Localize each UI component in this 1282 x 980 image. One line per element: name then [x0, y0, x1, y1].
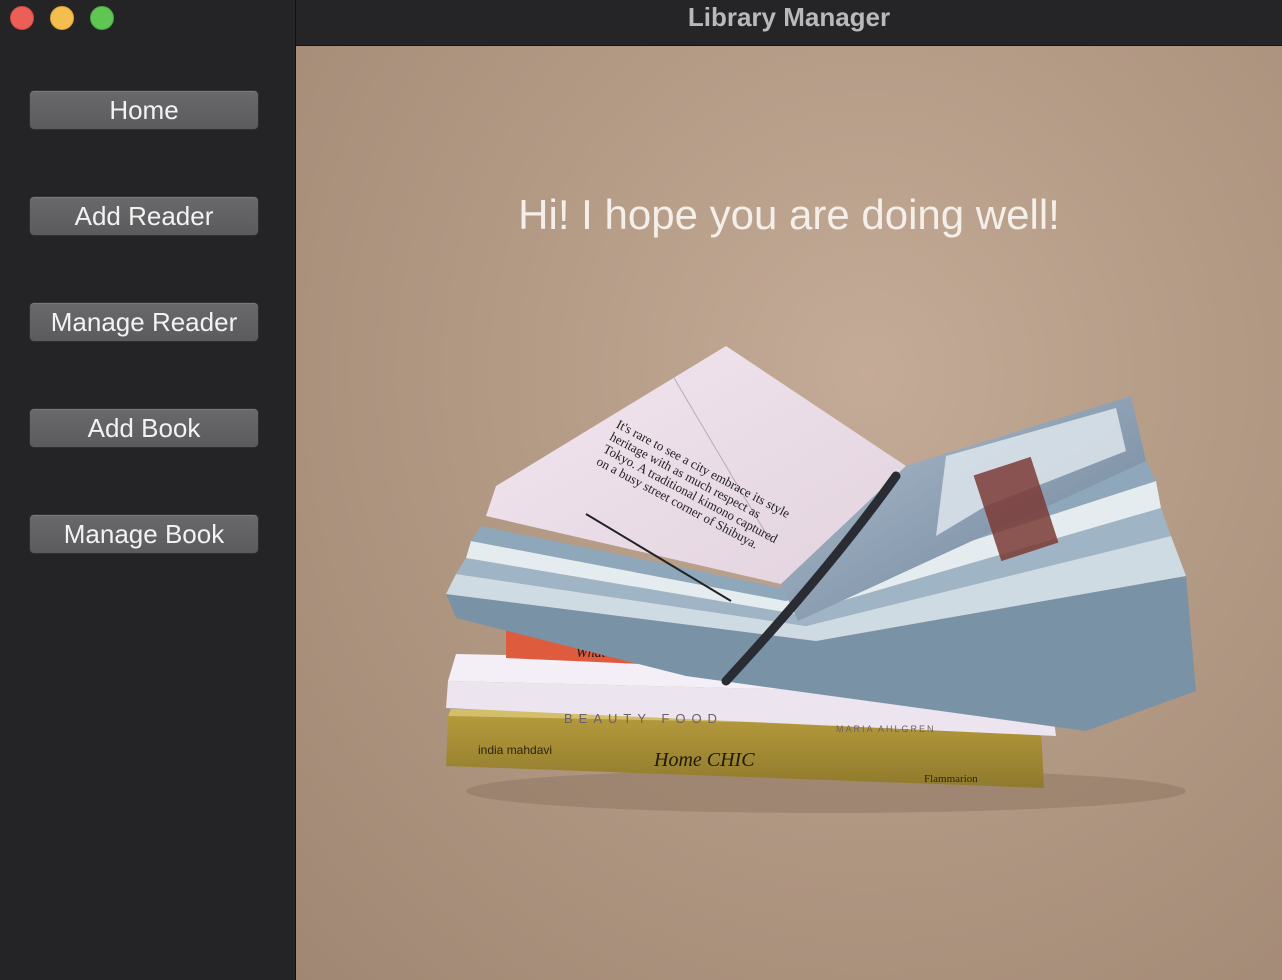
gold-book-author: india mahdavi — [478, 743, 552, 757]
gold-book-title: Home CHIC — [653, 749, 755, 771]
window-title: Library Manager — [687, 2, 891, 32]
home-button[interactable]: Home — [29, 90, 259, 130]
greeting-text: Hi! I hope you are doing well! — [518, 191, 1060, 238]
sidebar: Home Add Reader Manage Reader Add Book M… — [0, 0, 296, 980]
book-stack-image: india mahdavi Home CHIC Flammarion BEAUT… — [446, 346, 1196, 813]
manage-book-button[interactable]: Manage Book — [29, 514, 259, 554]
manage-reader-button[interactable]: Manage Reader — [29, 302, 259, 342]
title-bar: Library Manager — [296, 0, 1282, 46]
window-controls — [10, 6, 114, 30]
white-book-author: MARIA AHLGREN — [836, 724, 936, 734]
gold-book-publisher: Flammarion — [924, 773, 978, 785]
minimize-window-button[interactable] — [50, 6, 74, 30]
white-book-title: BEAUTY FOOD — [564, 711, 723, 726]
zoom-window-button[interactable] — [90, 6, 114, 30]
close-window-button[interactable] — [10, 6, 34, 30]
add-reader-button[interactable]: Add Reader — [29, 196, 259, 236]
main-content: Hi! I hope you are doing well! india mah… — [296, 46, 1282, 980]
app-window: Home Add Reader Manage Reader Add Book M… — [0, 0, 1282, 980]
add-book-button[interactable]: Add Book — [29, 408, 259, 448]
